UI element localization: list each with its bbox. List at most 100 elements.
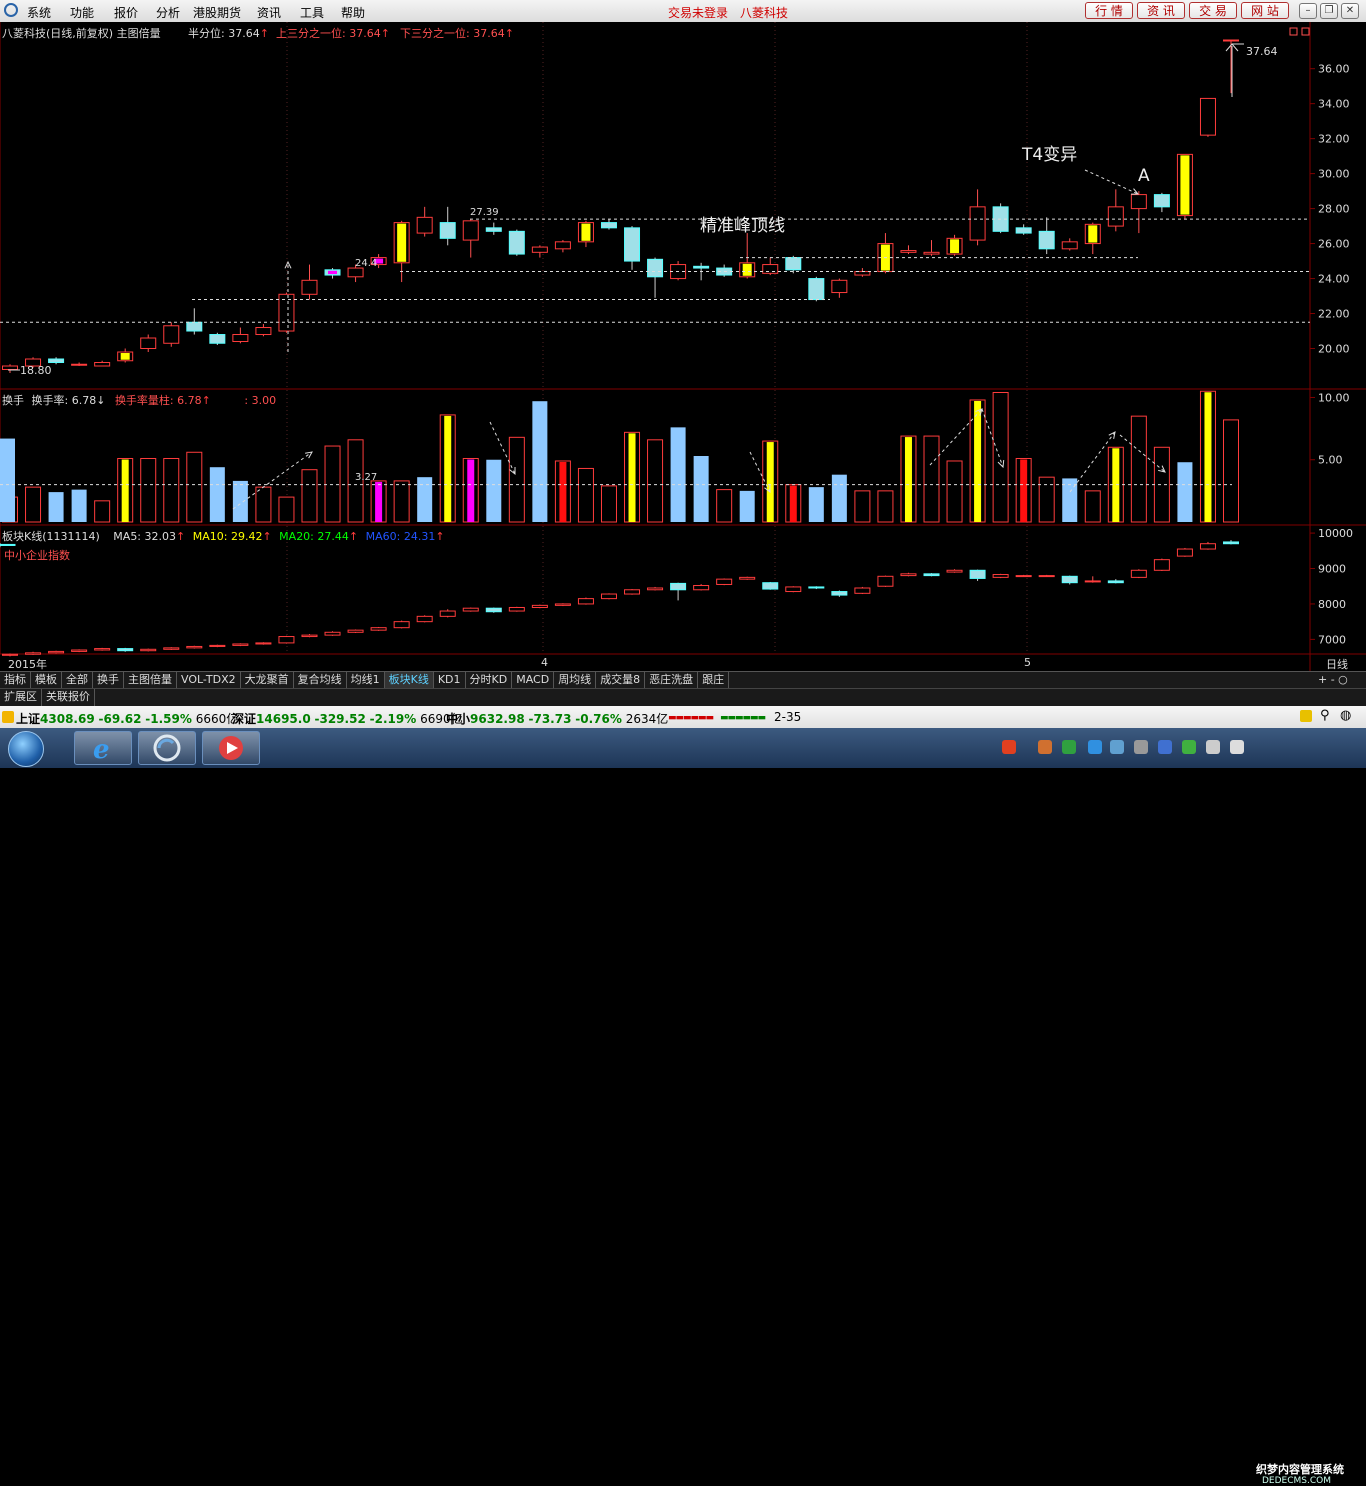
tab-1[interactable]: 模板 [31, 672, 62, 689]
block-header: 板块K线(1131114) MA5: 32.03↑ MA10: 29.42↑ M… [2, 530, 445, 543]
tab-extension-area[interactable]: 扩展区 [0, 689, 42, 706]
vol-bar-fill-27 [628, 433, 636, 522]
main-candle-30 [693, 265, 710, 269]
vol-bar-1 [25, 486, 42, 523]
block-candle-38 [877, 575, 894, 587]
main-candle-21 [485, 227, 502, 232]
block-candle-28 [647, 587, 664, 591]
main-highlight-47 [1088, 225, 1098, 243]
main-candle-4 [94, 362, 111, 367]
main-candle-10 [232, 334, 249, 343]
block-candle-14 [324, 631, 341, 636]
tab-12[interactable]: MACD [512, 672, 555, 689]
tray-volume-icon[interactable] [1230, 740, 1244, 754]
ind3-label: 下三分之一位: [400, 27, 470, 40]
start-button[interactable] [8, 731, 44, 767]
main-candle-36 [831, 279, 848, 294]
tab-15[interactable]: 恶庄洗盘 [645, 672, 699, 689]
minimize-icon[interactable]: – [1299, 3, 1317, 19]
taskbar-stock-app-icon[interactable] [138, 731, 196, 765]
stock-chart-area[interactable]: 20.00 22.00 24.00 26.00 28.00 30.00 32.00 34.00… [0, 22, 1366, 671]
main-candle-3 [71, 363, 88, 366]
vol-bar-2 [48, 492, 64, 522]
vol-bar-38 [877, 490, 894, 523]
tab-5[interactable]: VOL-TDX2 [177, 672, 241, 689]
tab-related-quotes[interactable]: 关联报价 [42, 689, 95, 706]
main-highlight-17 [397, 223, 407, 262]
vol-bar-6 [140, 457, 157, 523]
tray-app-icon[interactable] [1088, 740, 1102, 754]
vol-bar-23 [532, 401, 548, 522]
ticker-sz[interactable]: 深证14695.0 -329.52 -2.19% 6690亿 [232, 710, 463, 727]
tab-11[interactable]: 分时KD [466, 672, 513, 689]
tab-16[interactable]: 跟庄 [698, 672, 730, 689]
quote-button[interactable]: 行 情 [1085, 2, 1133, 19]
windows-taskbar: e 织梦内容管理系统 DEDECMS.COM [0, 728, 1366, 1486]
ticker-range: 2-35 [774, 710, 802, 724]
main-candle-45 [1038, 230, 1055, 250]
menu-news[interactable]: 资讯 [257, 4, 281, 21]
watermark-text: 织梦内容管理系统 [1256, 1463, 1344, 1476]
login-status: 交易未登录 [668, 6, 729, 20]
ticker-icon [2, 711, 14, 723]
vol-bar-11 [255, 486, 272, 523]
taskbar-media-icon[interactable] [202, 731, 260, 765]
vol-arrow-1-icon: ↓ [96, 394, 106, 407]
x-label-year: 2015年 [8, 658, 47, 671]
menu-tools[interactable]: 工具 [300, 4, 324, 21]
zoom-controls[interactable]: + - ○ [1318, 673, 1348, 686]
tab-14[interactable]: 成交量8 [596, 672, 646, 689]
restore-icon[interactable]: ❐ [1320, 3, 1338, 19]
tab-8[interactable]: 均线1 [347, 672, 385, 689]
vol-bar-22 [508, 436, 525, 523]
ticker-sh[interactable]: 上证4308.69 -69.62 -1.59% 6660亿 [16, 710, 238, 727]
vol-title: 换手 [2, 394, 24, 407]
website-button[interactable]: 网 站 [1241, 2, 1289, 19]
tab-7[interactable]: 复合均线 [294, 672, 347, 689]
menu-hk-futures[interactable]: 港股期货 [193, 4, 241, 21]
main-candle-52 [1199, 97, 1216, 136]
notify-icon[interactable] [1300, 710, 1312, 722]
ticker-zx[interactable]: 中小9632.98 -73.73 -0.76% 2634亿 [446, 710, 668, 727]
tab-9[interactable]: 板块K线 [384, 672, 434, 689]
trade-button[interactable]: 交 易 [1189, 2, 1237, 19]
tab-6[interactable]: 大龙聚首 [241, 672, 294, 689]
period-label[interactable]: 日线 [1326, 656, 1348, 672]
vol-bar-14 [324, 445, 341, 523]
tray-network-icon[interactable] [1206, 740, 1220, 754]
tab-13[interactable]: 周均线 [554, 672, 597, 689]
vol-bar-13 [301, 469, 318, 523]
tray-shield-icon[interactable] [1062, 740, 1076, 754]
taskbar-ie-icon[interactable]: e [74, 731, 132, 765]
tab-0[interactable]: 指标 [0, 672, 31, 689]
tray-qq-icon[interactable] [1110, 740, 1124, 754]
tab-4[interactable]: 主图倍量 [124, 672, 177, 689]
main-candle-39 [900, 250, 917, 253]
block-title: 板块K线(1131114) [2, 530, 100, 543]
tab-3[interactable]: 换手 [93, 672, 124, 689]
block-candle-35 [808, 586, 825, 589]
main-candle-15 [347, 267, 364, 278]
app-logo-icon [4, 3, 18, 17]
main-tick-22: 22.00 [1318, 308, 1350, 321]
tab-2[interactable]: 全部 [62, 672, 93, 689]
tray-people-icon[interactable] [1038, 740, 1052, 754]
close-icon[interactable]: ✕ [1341, 3, 1359, 19]
menu-quote[interactable]: 报价 [114, 4, 138, 21]
vol-327-label: 3.27 [355, 472, 378, 483]
ind1-label: 半分位: [188, 27, 225, 40]
menu-help[interactable]: 帮助 [341, 4, 365, 21]
tab-10[interactable]: KD1 [434, 672, 466, 689]
menu-function[interactable]: 功能 [70, 4, 94, 21]
news-button[interactable]: 资 讯 [1137, 2, 1185, 19]
tray-app2-icon[interactable] [1134, 740, 1148, 754]
block-candle-4 [94, 648, 111, 651]
tray-s-icon[interactable] [1002, 740, 1016, 754]
x-label-april: 4 [541, 656, 548, 669]
vol-label-1: 换手率: [31, 394, 69, 407]
main-candle-50 [1153, 194, 1170, 208]
tray-bluetooth-icon[interactable] [1158, 740, 1172, 754]
menu-analysis[interactable]: 分析 [156, 4, 180, 21]
menu-system[interactable]: 系统 [27, 4, 51, 21]
tray-plus-icon[interactable] [1182, 740, 1196, 754]
